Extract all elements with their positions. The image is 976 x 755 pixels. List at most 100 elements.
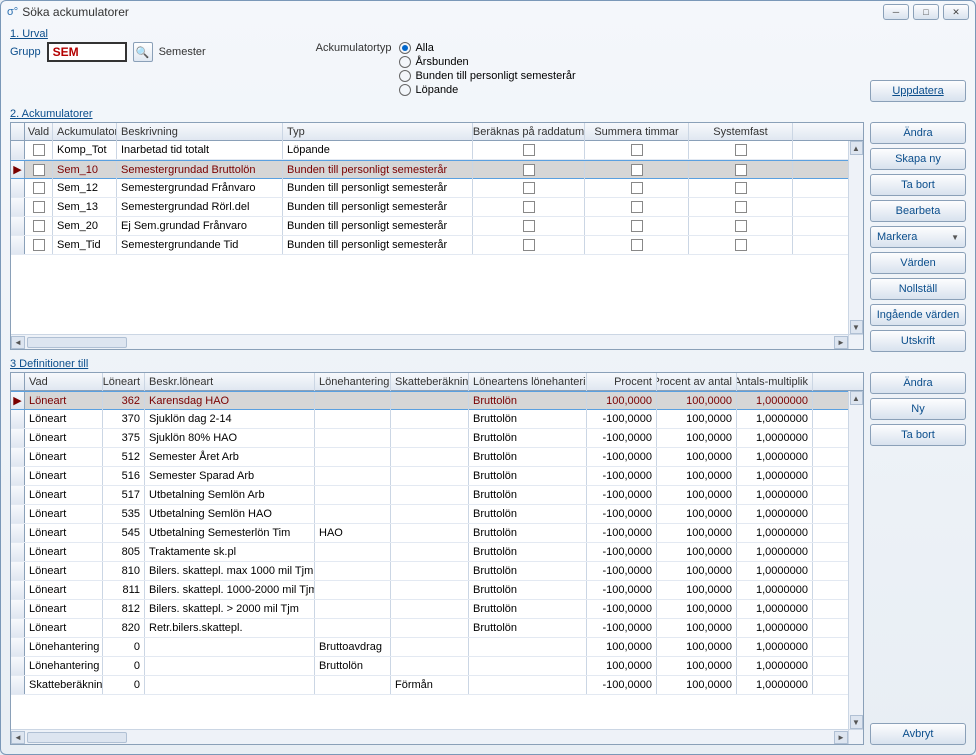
col-vald[interactable]: Vald xyxy=(25,123,53,141)
left-arrow-icon[interactable]: ◄ xyxy=(11,336,25,349)
table-row[interactable]: Löneart812Bilers. skattepl. > 2000 mil T… xyxy=(11,600,863,619)
definitioner-grid[interactable]: Vad Löneart Beskr.löneart Lönehantering … xyxy=(10,372,864,745)
checkbox[interactable] xyxy=(33,182,45,194)
up-arrow-icon[interactable]: ▲ xyxy=(850,141,863,155)
checkbox[interactable] xyxy=(735,182,747,194)
checkbox[interactable] xyxy=(631,182,643,194)
down-arrow-icon[interactable]: ▼ xyxy=(850,320,863,334)
hscroll[interactable]: ◄► xyxy=(11,334,848,349)
close-button[interactable]: ✕ xyxy=(943,4,969,20)
checkbox[interactable] xyxy=(735,239,747,251)
hscroll-thumb[interactable] xyxy=(27,337,127,348)
ta-bort-button[interactable]: Ta bort xyxy=(870,174,966,196)
table-row[interactable]: Löneart811Bilers. skattepl. 1000-2000 mi… xyxy=(11,581,863,600)
hscroll-thumb[interactable] xyxy=(27,732,127,743)
table-row[interactable]: Löneart375Sjuklön 80% HAOBruttolön-100,0… xyxy=(11,429,863,448)
checkbox[interactable] xyxy=(735,144,747,156)
table-row[interactable]: Löneart512Semester Året ArbBruttolön-100… xyxy=(11,448,863,467)
table-row[interactable]: Sem_TidSemestergrundande TidBunden till … xyxy=(11,236,863,255)
col-ackumulator[interactable]: Ackumulator xyxy=(53,123,117,141)
table-row[interactable]: Lönehantering0Bruttolön100,0000100,00001… xyxy=(11,657,863,676)
nollstall-button[interactable]: Nollställ xyxy=(870,278,966,300)
left-arrow-icon[interactable]: ◄ xyxy=(11,731,25,744)
radio-årsbunden[interactable]: Årsbunden xyxy=(399,56,575,68)
andra-button[interactable]: Ändra xyxy=(870,122,966,144)
checkbox[interactable] xyxy=(33,144,45,156)
maximize-button[interactable]: □ xyxy=(913,4,939,20)
bearbeta-button[interactable]: Bearbeta xyxy=(870,200,966,222)
checkbox[interactable] xyxy=(523,164,535,176)
right-arrow-icon[interactable]: ► xyxy=(834,336,848,349)
radio-bunden-till-personligt-semesterår[interactable]: Bunden till personligt semesterår xyxy=(399,70,575,82)
col-beraknas[interactable]: Beräknas på raddatum xyxy=(473,123,585,141)
col-antals-multiplik[interactable]: Antals-multiplik xyxy=(737,373,813,391)
table-row[interactable]: Löneart810Bilers. skattepl. max 1000 mil… xyxy=(11,562,863,581)
uppdatera-button[interactable]: Uppdatera xyxy=(870,80,966,102)
varden-button[interactable]: Värden xyxy=(870,252,966,274)
table-row[interactable]: Löneart545Utbetalning Semesterlön TimHAO… xyxy=(11,524,863,543)
table-row[interactable]: Lönehantering0Bruttoavdrag100,0000100,00… xyxy=(11,638,863,657)
markera-button[interactable]: Markera▼ xyxy=(870,226,966,248)
checkbox[interactable] xyxy=(631,164,643,176)
table-row[interactable]: Löneart535Utbetalning Semlön HAOBruttolö… xyxy=(11,505,863,524)
checkbox[interactable] xyxy=(33,239,45,251)
table-row[interactable]: Löneart516Semester Sparad ArbBruttolön-1… xyxy=(11,467,863,486)
table-row[interactable]: Löneart805Traktamente sk.plBruttolön-100… xyxy=(11,543,863,562)
checkbox[interactable] xyxy=(523,239,535,251)
table-row[interactable]: Löneart370Sjuklön dag 2-14Bruttolön-100,… xyxy=(11,410,863,429)
checkbox[interactable] xyxy=(735,201,747,213)
checkbox[interactable] xyxy=(523,220,535,232)
checkbox[interactable] xyxy=(33,220,45,232)
col-beskrivning[interactable]: Beskrivning xyxy=(117,123,283,141)
radio-alla[interactable]: Alla xyxy=(399,42,575,54)
section2-title[interactable]: 2. Ackumulatorer xyxy=(10,108,966,120)
checkbox[interactable] xyxy=(631,201,643,213)
grupp-input[interactable] xyxy=(47,42,127,62)
avbryt-button[interactable]: Avbryt xyxy=(870,723,966,745)
skapa-ny-button[interactable]: Skapa ny xyxy=(870,148,966,170)
table-row[interactable]: Skatteberäkning0Förmån-100,0000100,00001… xyxy=(11,676,863,695)
table-row[interactable]: Löneart517Utbetalning Semlön ArbBruttolö… xyxy=(11,486,863,505)
minimize-button[interactable]: ─ xyxy=(883,4,909,20)
hscroll[interactable]: ◄► xyxy=(11,729,848,744)
ingaende-varden-button[interactable]: Ingående värden xyxy=(870,304,966,326)
col-loneart[interactable]: Löneart xyxy=(103,373,145,391)
section1-title[interactable]: 1. Urval xyxy=(10,28,966,40)
col-procent-av-antal[interactable]: Procent av antal xyxy=(657,373,737,391)
col-summera[interactable]: Summera timmar xyxy=(585,123,689,141)
table-row[interactable]: Löneart820Retr.bilers.skattepl.Bruttolön… xyxy=(11,619,863,638)
checkbox[interactable] xyxy=(631,144,643,156)
col-systemfast[interactable]: Systemfast xyxy=(689,123,793,141)
checkbox[interactable] xyxy=(33,164,45,176)
col-lonehantering[interactable]: Lönehantering xyxy=(315,373,391,391)
andra-def-button[interactable]: Ändra xyxy=(870,372,966,394)
table-row[interactable]: Sem_20Ej Sem.grundad FrånvaroBunden till… xyxy=(11,217,863,236)
table-row[interactable]: Sem_13Semestergrundad Rörl.delBunden til… xyxy=(11,198,863,217)
col-beskr-loneart[interactable]: Beskr.löneart xyxy=(145,373,315,391)
checkbox[interactable] xyxy=(523,144,535,156)
ackumulatorer-grid[interactable]: Vald Ackumulator Beskrivning Typ Beräkna… xyxy=(10,122,864,350)
checkbox[interactable] xyxy=(523,201,535,213)
table-row[interactable]: Sem_12Semestergrundad FrånvaroBunden til… xyxy=(11,179,863,198)
checkbox[interactable] xyxy=(33,201,45,213)
checkbox[interactable] xyxy=(735,164,747,176)
table-row[interactable]: ▶Löneart362Karensdag HAOBruttolön100,000… xyxy=(11,391,863,410)
table-row[interactable]: ▶Sem_10Semestergrundad BruttolönBunden t… xyxy=(11,160,863,179)
table-row[interactable]: Komp_TotInarbetad tid totaltLöpande xyxy=(11,141,863,160)
col-procent[interactable]: Procent xyxy=(587,373,657,391)
checkbox[interactable] xyxy=(523,182,535,194)
checkbox[interactable] xyxy=(735,220,747,232)
radio-löpande[interactable]: Löpande xyxy=(399,84,575,96)
ny-button[interactable]: Ny xyxy=(870,398,966,420)
col-skatteberakning[interactable]: Skatteberäkning xyxy=(391,373,469,391)
up-arrow-icon[interactable]: ▲ xyxy=(850,391,863,405)
utskrift-button[interactable]: Utskrift xyxy=(870,330,966,352)
vscroll[interactable]: ▲▼ xyxy=(848,141,863,334)
down-arrow-icon[interactable]: ▼ xyxy=(850,715,863,729)
right-arrow-icon[interactable]: ► xyxy=(834,731,848,744)
checkbox[interactable] xyxy=(631,220,643,232)
checkbox[interactable] xyxy=(631,239,643,251)
section3-title[interactable]: 3 Definitioner till xyxy=(10,358,966,370)
vscroll[interactable]: ▲▼ xyxy=(848,391,863,729)
lookup-button[interactable]: 🔍 xyxy=(133,42,153,62)
